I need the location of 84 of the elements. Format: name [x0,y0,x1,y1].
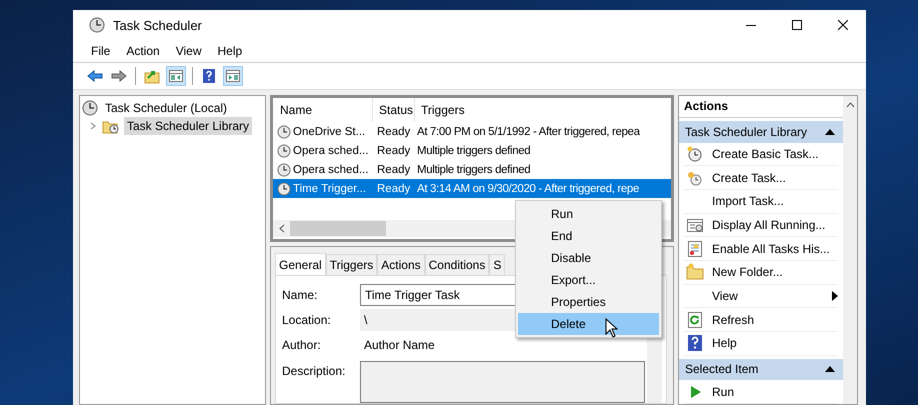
table-cell-text: Ready [376,126,412,138]
table-cell-text: At 3:14 AM on 9/30/2020 - After triggered, repe [416,182,640,194]
command-link[interactable]: Import Task... [684,190,838,214]
pointer-icon [605,318,619,338]
window-title: Task Scheduler [113,18,203,32]
toolbar-button[interactable] [166,66,186,86]
panel-icon [168,68,184,84]
menu-item[interactable]: Delete [518,313,659,335]
menu-item[interactable]: Action [118,44,168,58]
menu-item[interactable]: View [168,44,210,58]
submenu-arrow-icon [832,290,838,301]
field-label: Description: [282,363,346,380]
command-link[interactable]: Enable All Tasks His... [684,237,838,261]
panel-icon [225,68,241,84]
field-label: Location: [282,312,332,328]
table-row[interactable]: Time Trigger... Ready At 3:14 AM on 9/30/2020 - After triggered, repe [273,179,671,198]
help-icon [686,334,704,352]
toolbar-button[interactable] [223,66,243,86]
back-arrow-icon [87,68,103,84]
help-icon [201,68,217,84]
tab[interactable]: Triggers [326,254,378,275]
maximize-icon [792,20,802,30]
clock-icon [277,182,291,196]
menu-item[interactable]: File [83,44,118,58]
column-header[interactable]: Triggers [415,98,671,122]
expand-chevron-icon[interactable] [89,122,97,130]
table-cell-text: Ready [376,164,412,176]
table-row[interactable]: Opera sched... Ready Multiple triggers defined [273,160,671,179]
tab[interactable]: Actions [377,254,425,275]
vertical-scrollbar[interactable] [843,96,857,404]
command-link[interactable]: Display All Running... [684,214,838,238]
field-label: Author: [282,336,322,354]
clock-icon [277,162,291,176]
table-cell-text: Multiple triggers defined [416,164,532,176]
command-link[interactable]: View [684,284,838,308]
section-header[interactable]: Selected Item [679,358,843,380]
tree-item[interactable]: Task Scheduler Library [124,117,252,135]
description-field[interactable] [360,361,645,403]
folder-icon [686,263,704,282]
column-header[interactable]: Name [273,98,373,122]
section-title: Selected Item [685,362,758,376]
table-cell-text: At 7:00 PM on 5/1/1992 - After triggered, repea [416,126,641,138]
scrollbar-thumb[interactable] [290,221,386,236]
field-label: Name: [282,286,318,304]
table-cell-text: Ready [376,144,412,156]
menu-item[interactable]: Run [518,203,659,225]
table-cell-text: Ready [376,182,412,194]
tab[interactable]: General [275,253,326,275]
command-link[interactable]: Refresh [684,308,838,332]
table-cell: Opera sched... [293,144,368,156]
command-link[interactable]: Run [684,380,838,404]
table-cell-text: Multiple triggers defined [416,144,532,156]
menu-item[interactable]: Help [210,44,250,58]
forward-arrow-icon [111,68,127,84]
list-icon [686,240,704,258]
folder-icon [144,68,160,84]
menu-item[interactable]: Disable [518,247,659,269]
collapse-icon[interactable] [825,128,835,135]
collapse-icon[interactable] [825,366,835,372]
table-cell: OneDrive St... [293,126,366,138]
table-row[interactable]: Opera sched... Ready Multiple triggers defined [273,141,671,160]
command-link[interactable]: Create Task... [684,166,838,190]
tab[interactable]: Conditions [424,254,490,275]
tree-item[interactable]: Task Scheduler (Local) [102,99,230,117]
clock-icon [686,144,704,163]
command-link[interactable]: New Folder... [684,260,838,285]
clock-icon [82,100,98,116]
command-link[interactable]: Create Basic Task... [684,142,838,166]
tab[interactable]: S [489,254,506,275]
table-row[interactable]: OneDrive St... Ready At 7:00 PM on 5/1/1992 - After triggered, repea [273,122,671,141]
column-header[interactable]: Status [373,98,415,122]
clock-icon [277,144,291,158]
clock-icon [89,17,105,33]
scroll-left-icon[interactable] [278,224,284,233]
refresh-icon [686,310,704,329]
scroll-up-icon[interactable] [846,102,854,108]
command-link[interactable]: Help [684,332,838,356]
close-icon [838,20,848,30]
section-title: Task Scheduler Library [685,124,808,139]
table-cell: Opera sched... [293,164,368,176]
table-cell: Time Trigger... [293,182,366,194]
clock-icon [277,124,291,138]
section-header[interactable]: Task Scheduler Library [679,120,843,143]
menu-item[interactable]: End [518,225,659,247]
